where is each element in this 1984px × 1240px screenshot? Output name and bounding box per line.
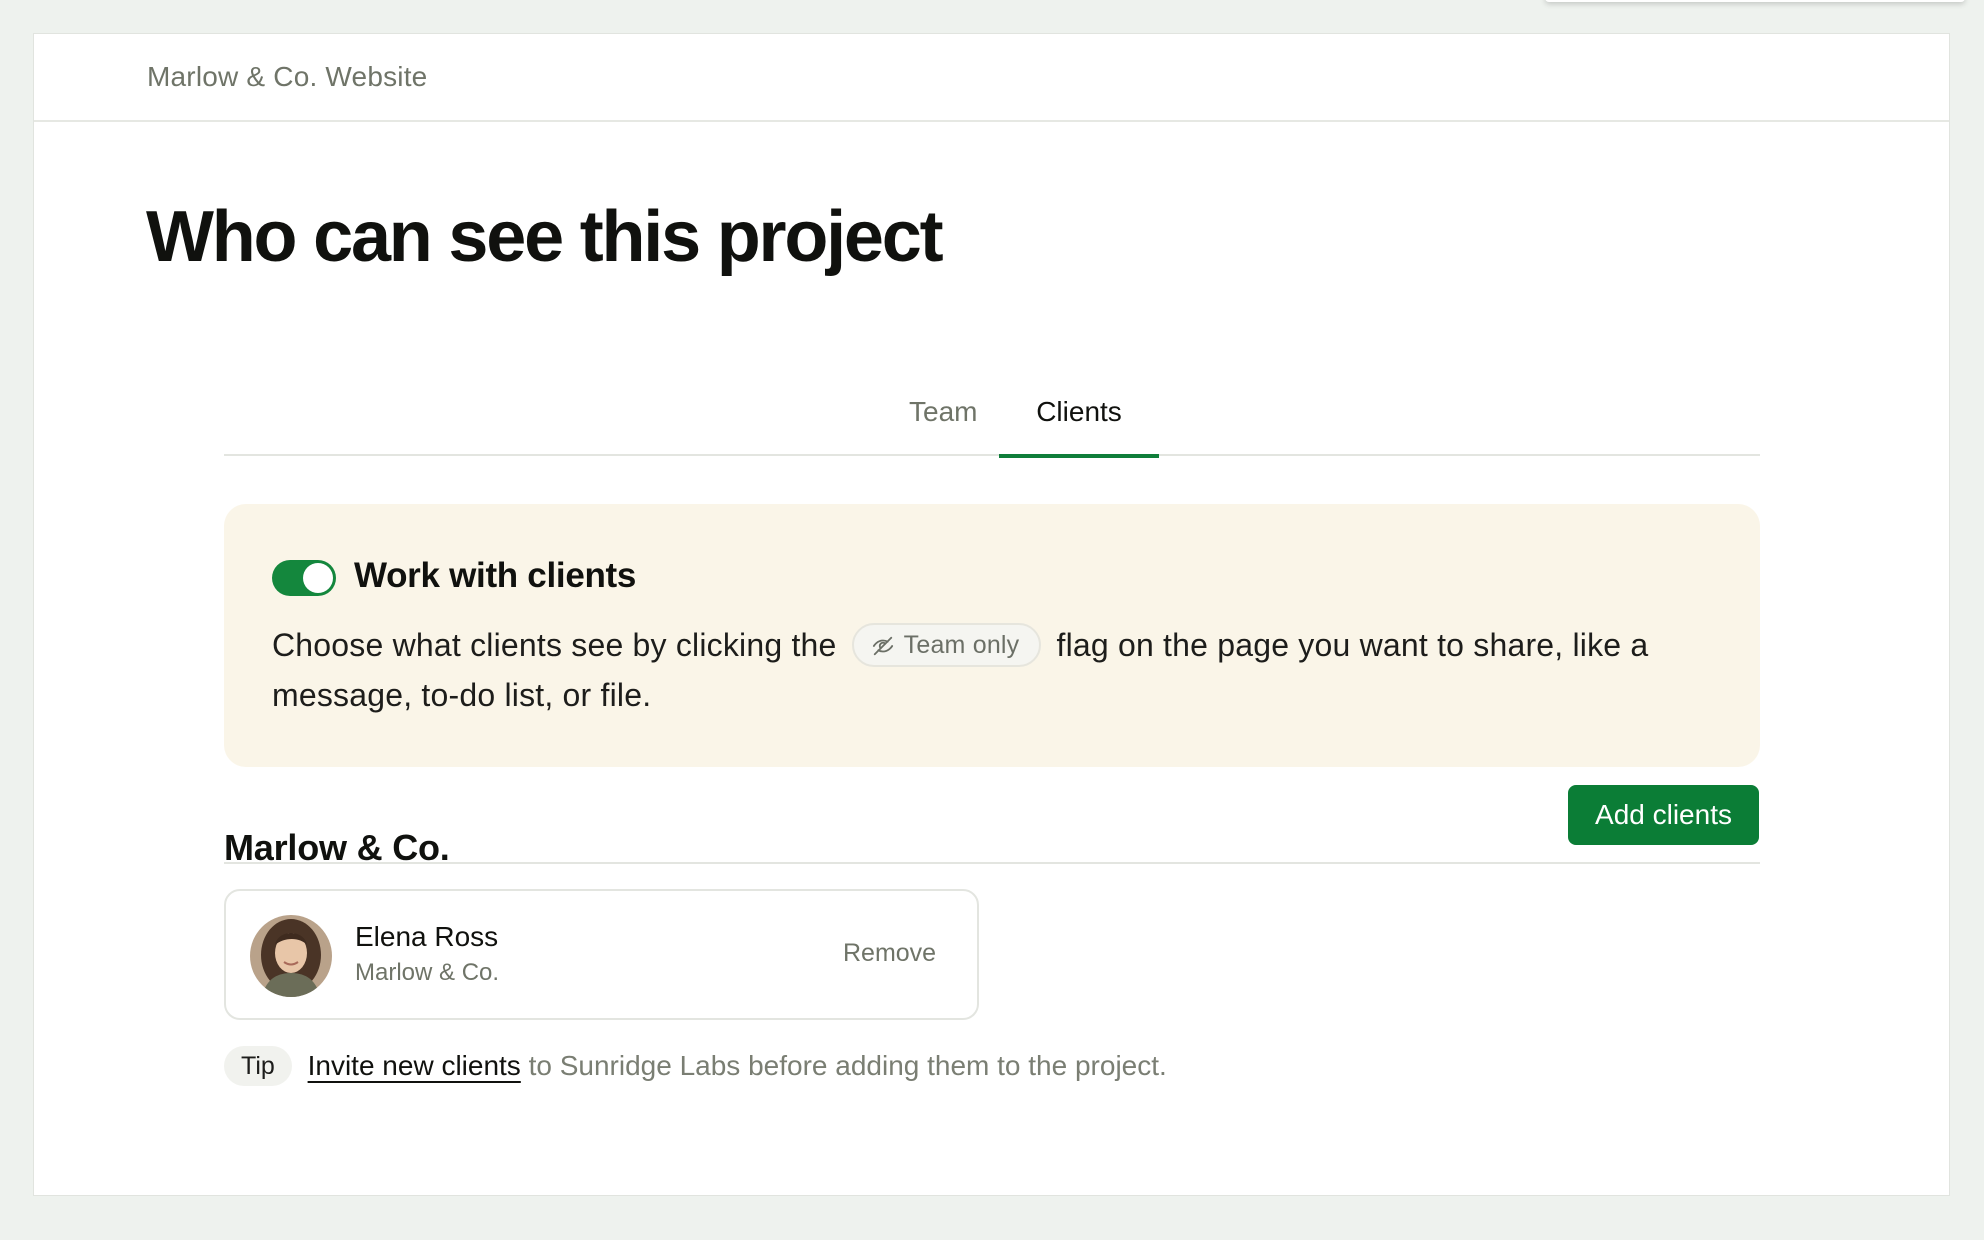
- active-tab-indicator: [999, 454, 1159, 458]
- team-only-flag: Team only: [851, 622, 1042, 667]
- invite-new-clients-link[interactable]: Invite new clients: [308, 1050, 521, 1081]
- tab-team[interactable]: Team: [907, 396, 979, 428]
- work-with-clients-description: Choose what clients see by clicking the …: [272, 620, 1712, 720]
- add-clients-button[interactable]: Add clients: [1568, 785, 1759, 845]
- tip-row: Tip Invite new clients to Sunridge Labs …: [224, 1046, 1167, 1086]
- breadcrumb-bar: Marlow & Co. Website: [34, 34, 1949, 122]
- tab-clients-label: Clients: [1036, 396, 1122, 427]
- client-card: Elena Ross Marlow & Co. Remove: [224, 889, 979, 1020]
- description-text-before: Choose what clients see by clicking the: [272, 627, 837, 663]
- work-with-clients-heading: Work with clients: [354, 556, 637, 595]
- toggle-knob: [303, 563, 333, 593]
- tab-clients[interactable]: Clients: [999, 396, 1159, 458]
- work-with-clients-toggle[interactable]: [272, 560, 336, 596]
- tip-text: to Sunridge Labs before adding them to t…: [520, 1050, 1167, 1081]
- remove-client-button[interactable]: Remove: [843, 939, 936, 968]
- background-window-edge: [1545, 0, 1965, 2]
- tip-badge: Tip: [224, 1046, 292, 1086]
- team-only-flag-label: Team only: [903, 630, 1020, 659]
- avatar: [250, 915, 332, 997]
- client-name: Elena Ross: [355, 921, 499, 952]
- page-title: Who can see this project: [146, 197, 944, 277]
- visibility-tabs: Team Clients: [224, 364, 1760, 458]
- company-divider: [224, 862, 1760, 864]
- work-with-clients-box: Work with clients Choose what clients se…: [224, 504, 1760, 767]
- eye-slash-icon: [872, 636, 893, 655]
- client-company: Marlow & Co.: [355, 959, 500, 986]
- breadcrumb-project-link[interactable]: Marlow & Co. Website: [147, 61, 427, 93]
- project-access-panel: Marlow & Co. Website Who can see this pr…: [33, 33, 1950, 1196]
